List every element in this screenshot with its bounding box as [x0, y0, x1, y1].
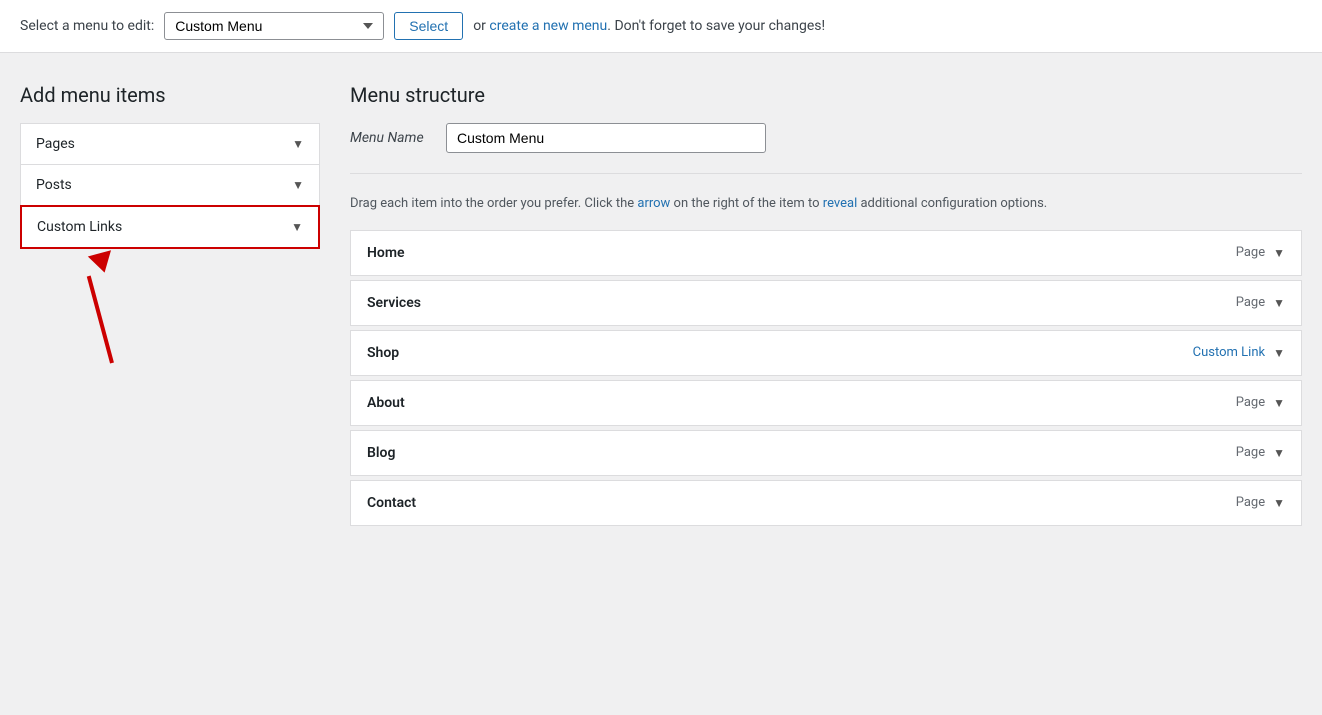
- annotation-arrow: [80, 253, 180, 373]
- menu-item-contact-right: Page ▼: [1236, 495, 1285, 510]
- arrow-head-icon: [88, 250, 116, 276]
- menu-item-contact-chevron-icon[interactable]: ▼: [1273, 496, 1285, 510]
- accordion-custom-links: Custom Links ▼: [20, 205, 320, 249]
- accordion-posts-label: Posts: [36, 177, 72, 193]
- menu-item-blog-right: Page ▼: [1236, 445, 1285, 460]
- menu-structure-heading: Menu structure: [350, 83, 1302, 107]
- menu-item-services-chevron-icon[interactable]: ▼: [1273, 296, 1285, 310]
- top-bar: Select a menu to edit: Custom Menu Selec…: [0, 0, 1322, 53]
- accordion-custom-links-label: Custom Links: [37, 219, 122, 235]
- menu-select-dropdown[interactable]: Custom Menu: [164, 12, 384, 40]
- add-menu-items-heading: Add menu items: [20, 83, 320, 107]
- arrow-line-icon: [87, 276, 114, 364]
- accordion-posts: Posts ▼: [20, 164, 320, 206]
- menu-item-blog-chevron-icon[interactable]: ▼: [1273, 446, 1285, 460]
- accordion-custom-links-arrow-icon: ▼: [291, 220, 303, 234]
- left-panel: Add menu items Pages ▼ Posts ▼ Custom Li…: [20, 83, 320, 668]
- drag-instructions: Drag each item into the order you prefer…: [350, 194, 1302, 214]
- menu-item-home-right: Page ▼: [1236, 245, 1285, 260]
- select-menu-label: Select a menu to edit:: [20, 18, 154, 34]
- menu-item-home[interactable]: Home Page ▼: [350, 230, 1302, 276]
- topbar-text: or create a new menu. Don't forget to sa…: [473, 18, 825, 34]
- right-panel: Menu structure Menu Name Drag each item …: [350, 83, 1302, 668]
- accordion-pages: Pages ▼: [20, 123, 320, 165]
- menu-item-about-chevron-icon[interactable]: ▼: [1273, 396, 1285, 410]
- accordion-posts-arrow-icon: ▼: [292, 178, 304, 192]
- menu-item-blog[interactable]: Blog Page ▼: [350, 430, 1302, 476]
- accordion-custom-links-header[interactable]: Custom Links ▼: [22, 207, 318, 247]
- menu-item-shop-right: Custom Link ▼: [1193, 345, 1285, 360]
- menu-item-shop[interactable]: Shop Custom Link ▼: [350, 330, 1302, 376]
- accordion-posts-header[interactable]: Posts ▼: [21, 165, 319, 205]
- menu-name-label: Menu Name: [350, 130, 430, 146]
- main-content: Add menu items Pages ▼ Posts ▼ Custom Li…: [0, 53, 1322, 698]
- accordion-pages-label: Pages: [36, 136, 75, 152]
- accordion-pages-header[interactable]: Pages ▼: [21, 124, 319, 164]
- select-button[interactable]: Select: [394, 12, 463, 40]
- accordion-pages-arrow-icon: ▼: [292, 137, 304, 151]
- menu-item-about-right: Page ▼: [1236, 395, 1285, 410]
- menu-name-row: Menu Name: [350, 123, 1302, 174]
- menu-item-contact[interactable]: Contact Page ▼: [350, 480, 1302, 526]
- menu-item-home-chevron-icon[interactable]: ▼: [1273, 246, 1285, 260]
- menu-item-about[interactable]: About Page ▼: [350, 380, 1302, 426]
- menu-item-services-right: Page ▼: [1236, 295, 1285, 310]
- create-new-menu-link[interactable]: create a new menu: [489, 18, 607, 34]
- menu-name-input[interactable]: [446, 123, 766, 153]
- menu-item-services[interactable]: Services Page ▼: [350, 280, 1302, 326]
- menu-item-shop-chevron-icon[interactable]: ▼: [1273, 346, 1285, 360]
